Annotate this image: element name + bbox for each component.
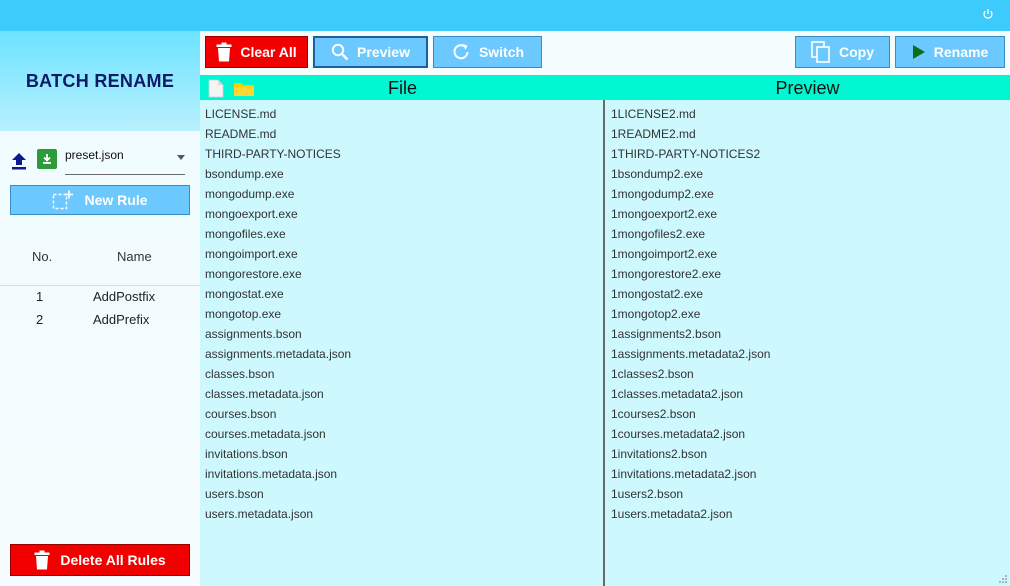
- rule-row[interactable]: 1 AddPostfix: [0, 287, 200, 309]
- preview-row[interactable]: 1mongofiles2.exe: [611, 224, 770, 244]
- file-row[interactable]: classes.metadata.json: [205, 384, 351, 404]
- preview-row[interactable]: 1assignments2.bson: [611, 324, 770, 344]
- play-icon: [912, 45, 925, 59]
- preview-row[interactable]: 1courses2.bson: [611, 404, 770, 424]
- preset-row: preset.json: [10, 147, 190, 175]
- rule-number: 2: [36, 312, 44, 327]
- file-row[interactable]: invitations.bson: [205, 444, 351, 464]
- delete-all-rules-button[interactable]: Delete All Rules: [10, 544, 190, 576]
- preview-row[interactable]: 1mongostat2.exe: [611, 284, 770, 304]
- rule-name: AddPrefix: [93, 312, 150, 327]
- file-row[interactable]: mongorestore.exe: [205, 264, 351, 284]
- file-row[interactable]: mongofiles.exe: [205, 224, 351, 244]
- rules-table-header: No. Name: [0, 241, 200, 286]
- preview-row[interactable]: 1courses.metadata2.json: [611, 424, 770, 444]
- file-row[interactable]: bsondump.exe: [205, 164, 351, 184]
- preview-row[interactable]: 1invitations.metadata2.json: [611, 464, 770, 484]
- save-icon[interactable]: [37, 149, 57, 169]
- app-title: BATCH RENAME: [25, 70, 175, 91]
- preview-row[interactable]: 1mongoexport2.exe: [611, 204, 770, 224]
- preview-row[interactable]: 1LICENSE2.md: [611, 104, 770, 124]
- rename-label: Rename: [933, 44, 989, 60]
- file-row[interactable]: mongotop.exe: [205, 304, 351, 324]
- preview-column-header: Preview: [775, 78, 840, 98]
- copy-label: Copy: [839, 44, 874, 60]
- file-row[interactable]: mongodump.exe: [205, 184, 351, 204]
- trash-icon: [216, 42, 232, 62]
- file-list: LICENSE.md README.md THIRD-PARTY-NOTICES bs…: [205, 104, 351, 524]
- sidebar: BATCH RENAME preset.json New Rule No. Na…: [0, 31, 200, 586]
- file-column-header: File: [387, 78, 417, 98]
- rule-number: 1: [36, 289, 44, 304]
- file-row[interactable]: LICENSE.md: [205, 104, 351, 124]
- new-rule-label: New Rule: [84, 192, 148, 208]
- copy-icon: [811, 41, 830, 63]
- rule-name: AddPostfix: [93, 289, 156, 304]
- preview-row[interactable]: 1mongorestore2.exe: [611, 264, 770, 284]
- delete-all-rules-label: Delete All Rules: [60, 552, 166, 568]
- upload-icon[interactable]: [10, 151, 28, 171]
- file-row[interactable]: users.metadata.json: [205, 504, 351, 524]
- preview-row[interactable]: 1users2.bson: [611, 484, 770, 504]
- search-icon: [331, 43, 349, 61]
- rule-row[interactable]: 2 AddPrefix: [0, 310, 200, 332]
- resize-grip-icon[interactable]: [998, 574, 1008, 584]
- switch-label: Switch: [478, 44, 525, 60]
- preset-value: preset.json: [65, 148, 124, 162]
- file-row[interactable]: users.bson: [205, 484, 351, 504]
- file-row[interactable]: classes.bson: [205, 364, 351, 384]
- new-rule-button[interactable]: New Rule: [10, 185, 190, 215]
- rules-col-name: Name: [117, 249, 152, 264]
- trash-icon: [34, 550, 50, 570]
- toolbar: Clear All Preview Switch Copy Rename: [200, 31, 1010, 75]
- preview-row[interactable]: 1mongoimport2.exe: [611, 244, 770, 264]
- file-row[interactable]: mongoexport.exe: [205, 204, 351, 224]
- preview-list: 1LICENSE2.md 1README2.md 1THIRD-PARTY-NOTI…: [611, 104, 770, 524]
- preset-dropdown[interactable]: preset.json: [65, 147, 185, 175]
- power-icon[interactable]: [982, 8, 994, 20]
- title-bar: [0, 0, 1010, 31]
- preview-label: Preview: [357, 44, 410, 60]
- preview-row[interactable]: 1invitations2.bson: [611, 444, 770, 464]
- file-row[interactable]: mongostat.exe: [205, 284, 351, 304]
- file-grid: File Preview LICENSE.md README.md THIRD-PA…: [200, 75, 1010, 586]
- file-row[interactable]: README.md: [205, 124, 351, 144]
- rename-button[interactable]: Rename: [895, 36, 1005, 68]
- preview-row[interactable]: 1mongotop2.exe: [611, 304, 770, 324]
- clear-all-button[interactable]: Clear All: [205, 36, 308, 68]
- preview-row[interactable]: 1assignments.metadata2.json: [611, 344, 770, 364]
- preview-row[interactable]: 1README2.md: [611, 124, 770, 144]
- preview-row[interactable]: 1classes2.bson: [611, 364, 770, 384]
- preview-row[interactable]: 1users.metadata2.json: [611, 504, 770, 524]
- file-row[interactable]: mongoimport.exe: [205, 244, 351, 264]
- preview-row[interactable]: 1classes.metadata2.json: [611, 384, 770, 404]
- file-row[interactable]: courses.metadata.json: [205, 424, 351, 444]
- file-row[interactable]: courses.bson: [205, 404, 351, 424]
- file-row[interactable]: THIRD-PARTY-NOTICES: [205, 144, 351, 164]
- chevron-down-icon: [177, 155, 185, 160]
- file-row[interactable]: assignments.bson: [205, 324, 351, 344]
- preview-row[interactable]: 1mongodump2.exe: [611, 184, 770, 204]
- clear-all-label: Clear All: [240, 44, 297, 60]
- rules-col-no: No.: [32, 249, 53, 264]
- switch-button[interactable]: Switch: [433, 36, 542, 68]
- file-row[interactable]: invitations.metadata.json: [205, 464, 351, 484]
- grid-header: File Preview: [200, 75, 1010, 100]
- add-rule-icon: [53, 190, 74, 210]
- refresh-icon: [453, 44, 469, 60]
- copy-button[interactable]: Copy: [795, 36, 890, 68]
- preview-button[interactable]: Preview: [313, 36, 428, 68]
- download-glyph-icon: [43, 154, 51, 164]
- brand-header: BATCH RENAME: [0, 31, 200, 131]
- preview-row[interactable]: 1THIRD-PARTY-NOTICES2: [611, 144, 770, 164]
- column-divider[interactable]: [603, 100, 605, 586]
- preview-row[interactable]: 1bsondump2.exe: [611, 164, 770, 184]
- file-row[interactable]: assignments.metadata.json: [205, 344, 351, 364]
